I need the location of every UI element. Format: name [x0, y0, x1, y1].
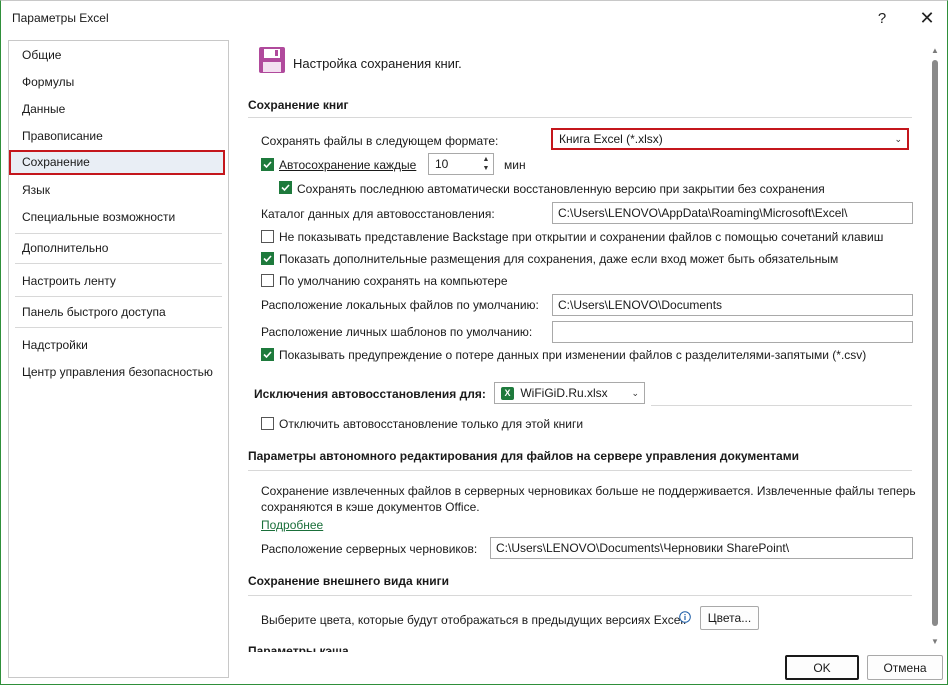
colors-label: Выберите цвета, которые будут отображать… — [261, 613, 687, 627]
section-divider — [248, 470, 912, 471]
sidebar-item-customize-ribbon[interactable]: Настроить ленту — [9, 269, 228, 294]
excel-file-icon: X — [501, 387, 514, 401]
no-backstage-checkbox[interactable] — [261, 230, 274, 243]
section-divider — [248, 595, 912, 596]
show-extra-locations-checkbox[interactable] — [261, 252, 274, 265]
more-info-link[interactable]: Подробнее — [261, 518, 323, 532]
exceptions-file-value: WiFiGiD.Ru.xlsx — [520, 386, 608, 400]
sidebar-item-formulas[interactable]: Формулы — [9, 70, 228, 95]
sidebar-item-addins[interactable]: Надстройки — [9, 333, 228, 358]
scroll-down-icon[interactable]: ▼ — [930, 637, 940, 647]
section-title-offline: Параметры автономного редактирования для… — [248, 449, 799, 463]
csv-warning-checkbox[interactable] — [261, 348, 274, 361]
info-icon[interactable] — [679, 611, 691, 623]
page-title: Настройка сохранения книг. — [293, 56, 462, 71]
sidebar-item-save[interactable]: Сохранение — [9, 150, 225, 175]
help-button[interactable]: ? — [867, 6, 897, 30]
sidebar-item-quick-access[interactable]: Панель быстрого доступа — [9, 300, 228, 325]
checkmark-icon — [263, 255, 272, 263]
sidebar-divider — [15, 327, 222, 328]
content-scrollbar[interactable]: ▲ ▼ — [929, 40, 941, 652]
excel-options-dialog: Параметры Excel ? ✕ Общие Формулы Данные… — [0, 0, 948, 685]
csv-warning-label: Показывать предупреждение о потере данны… — [279, 348, 867, 362]
scroll-up-icon[interactable]: ▲ — [930, 46, 940, 56]
disable-autorecover-checkbox[interactable] — [261, 417, 274, 430]
section-divider — [651, 405, 912, 406]
checkmark-icon — [263, 351, 272, 359]
autosave-checkbox[interactable] — [261, 158, 274, 171]
local-files-label: Расположение локальных файлов по умолчан… — [261, 298, 539, 312]
chevron-down-icon: ⌄ — [894, 134, 902, 144]
section-title-save-books: Сохранение книг — [248, 98, 349, 112]
chevron-down-icon: ⌄ — [631, 388, 639, 398]
close-button[interactable]: ✕ — [912, 6, 942, 30]
cancel-button[interactable]: Отмена — [867, 655, 943, 680]
spin-up-icon[interactable]: ▲ — [481, 155, 491, 164]
offline-info-line1: Сохранение извлеченных файлов в серверны… — [261, 484, 916, 498]
exceptions-file-select[interactable]: X WiFiGiD.Ru.xlsx ⌄ — [494, 382, 645, 404]
exceptions-label: Исключения автовосстановления для: — [254, 387, 486, 401]
sidebar-item-language[interactable]: Язык — [9, 178, 228, 203]
ok-button[interactable]: OK — [785, 655, 859, 680]
autosave-minutes-spinner[interactable]: 10 ▲ ▼ — [428, 153, 494, 175]
title-bar: Параметры Excel ? ✕ — [1, 1, 948, 35]
spin-down-icon[interactable]: ▼ — [481, 164, 491, 173]
save-settings-panel: Настройка сохранения книг. Сохранение кн… — [241, 40, 927, 652]
server-drafts-label: Расположение серверных черновиков: — [261, 542, 478, 556]
autosave-unit: мин — [504, 158, 526, 172]
section-title-appearance: Сохранение внешнего вида книги — [248, 574, 450, 588]
floppy-disk-icon — [258, 46, 286, 74]
format-label: Сохранять файлы в следующем формате: — [261, 134, 499, 148]
save-to-computer-checkbox[interactable] — [261, 274, 274, 287]
offline-info-line2: сохраняются в кэше документов Office. — [261, 500, 480, 514]
sidebar-divider — [15, 263, 222, 264]
sidebar-divider — [15, 296, 222, 297]
server-drafts-field[interactable]: C:\Users\LENOVO\Documents\Черновики Shar… — [490, 537, 913, 559]
colors-button[interactable]: Цвета... — [700, 606, 759, 630]
local-files-field[interactable]: C:\Users\LENOVO\Documents — [552, 294, 913, 316]
sidebar-item-trust-center[interactable]: Центр управления безопасностью — [9, 360, 228, 385]
sidebar-divider — [15, 233, 222, 234]
keep-last-version-checkbox[interactable] — [279, 181, 292, 194]
no-backstage-label: Не показывать представление Backstage пр… — [279, 230, 884, 244]
sidebar-item-proofing[interactable]: Правописание — [9, 124, 228, 149]
keep-last-version-label: Сохранять последнюю автоматически восста… — [297, 182, 825, 196]
templates-field[interactable] — [552, 321, 913, 343]
autorecover-dir-field[interactable]: C:\Users\LENOVO\AppData\Roaming\Microsof… — [552, 202, 913, 224]
checkmark-icon — [263, 161, 272, 169]
autosave-label: Автосохранение каждые — [279, 158, 417, 172]
sidebar-item-general[interactable]: Общие — [9, 43, 228, 68]
templates-label: Расположение личных шаблонов по умолчани… — [261, 325, 533, 339]
show-extra-locations-label: Показать дополнительные размещения для с… — [279, 252, 839, 266]
section-divider — [248, 117, 912, 118]
format-select-value: Книга Excel (*.xlsx) — [559, 132, 663, 146]
autosave-minutes-value: 10 — [435, 157, 449, 171]
scroll-thumb[interactable] — [932, 60, 938, 626]
save-to-computer-label: По умолчанию сохранять на компьютере — [279, 274, 508, 288]
checkmark-icon — [281, 184, 290, 192]
disable-autorecover-label: Отключить автовосстановление только для … — [279, 417, 584, 431]
sidebar-nav: Общие Формулы Данные Правописание Сохран… — [8, 40, 229, 678]
sidebar-item-accessibility[interactable]: Специальные возможности — [9, 205, 228, 230]
autorecover-dir-label: Каталог данных для автовосстановления: — [261, 207, 495, 221]
dialog-title: Параметры Excel — [12, 11, 109, 25]
sidebar-item-data[interactable]: Данные — [9, 97, 228, 122]
sidebar-item-advanced[interactable]: Дополнительно — [9, 236, 228, 261]
format-select[interactable]: Книга Excel (*.xlsx) ⌄ — [551, 128, 909, 150]
section-title-cache-cut: Параметры кэша — [248, 644, 349, 652]
